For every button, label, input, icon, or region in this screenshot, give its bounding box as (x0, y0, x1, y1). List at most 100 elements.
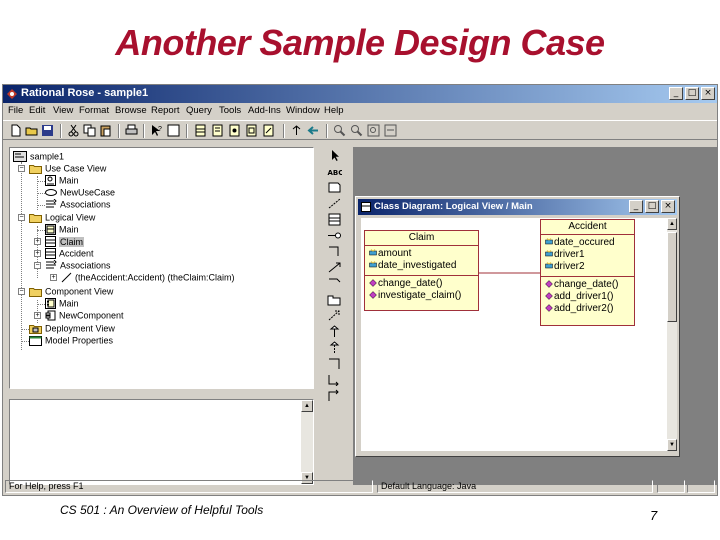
collapse-toggle[interactable]: − (34, 262, 41, 269)
scroll-down-arrow[interactable]: ▼ (667, 439, 677, 451)
tree-node-sample1[interactable]: sample1 (13, 151, 64, 163)
diagram-titlebar[interactable]: Class Diagram: Logical View / Main _ □ × (358, 199, 677, 215)
browse-deployment-icon[interactable] (245, 124, 258, 137)
previous-diagram-icon[interactable] (307, 124, 320, 137)
expand-toggle[interactable]: + (34, 238, 41, 245)
open-folder-icon[interactable] (25, 124, 38, 137)
menu-window[interactable]: Window (286, 105, 320, 116)
operation-row[interactable]: investigate_claim() (369, 290, 478, 302)
menu-file[interactable]: File (8, 105, 23, 116)
selection-arrow-icon[interactable] (327, 149, 342, 162)
tree-node-deployment-view[interactable]: Deployment View (29, 323, 115, 335)
class-claim[interactable]: Claim amount date_investigated change_da… (364, 230, 479, 311)
tree-node-model-properties[interactable]: Model Properties (29, 335, 113, 347)
tree-node-accident[interactable]: Accident (45, 248, 94, 260)
attribute-row[interactable]: date_investigated (369, 260, 478, 272)
generalization-icon[interactable] (327, 325, 342, 338)
browser-tree[interactable]: sample1 − Use Case View Main NewUseCase … (9, 147, 314, 389)
undo-fit-icon[interactable] (384, 124, 397, 137)
class-tool-icon[interactable] (327, 213, 342, 226)
fit-in-window-icon[interactable] (367, 124, 380, 137)
maximize-button[interactable]: □ (685, 87, 699, 100)
parameterized-class-icon[interactable] (327, 357, 342, 370)
text-box-icon[interactable]: ABC (327, 165, 343, 178)
scroll-up-arrow[interactable]: ▲ (667, 218, 677, 230)
minimize-button[interactable]: _ (669, 87, 683, 100)
menu-tools[interactable]: Tools (219, 105, 241, 116)
diagram-canvas[interactable]: Claim amount date_investigated change_da… (361, 218, 667, 451)
menu-browse[interactable]: Browse (115, 105, 147, 116)
expand-toggle[interactable]: + (50, 274, 57, 281)
note-icon[interactable] (327, 181, 342, 194)
close-button[interactable]: × (701, 87, 715, 100)
browse-component-icon[interactable] (228, 124, 241, 137)
expand-toggle[interactable]: + (34, 312, 41, 319)
collapse-toggle[interactable]: − (18, 165, 25, 172)
attribute-row[interactable]: amount (369, 248, 478, 260)
diagram-minimize-button[interactable]: _ (629, 200, 643, 213)
paste-icon[interactable] (99, 124, 112, 137)
class-utility-icon[interactable] (327, 373, 342, 386)
collapse-toggle[interactable]: − (18, 214, 25, 221)
tree-node-new-component[interactable]: NewComponent (45, 310, 124, 322)
zoom-out-icon[interactable] (350, 124, 363, 137)
menu-report[interactable]: Report (151, 105, 180, 116)
tree-node-lv-main[interactable]: Main (45, 224, 79, 236)
operation-row[interactable]: change_date() (545, 279, 634, 291)
cut-icon[interactable] (67, 124, 80, 137)
browse-state-icon[interactable] (262, 124, 275, 137)
tree-node-new-use-case[interactable]: NewUseCase (45, 187, 115, 199)
menu-add-ins[interactable]: Add-Ins (248, 105, 281, 116)
menu-edit[interactable]: Edit (29, 105, 45, 116)
browse-interaction-icon[interactable] (211, 124, 224, 137)
tree-node-component-view[interactable]: Component View (29, 286, 113, 298)
dependency-icon[interactable] (327, 309, 342, 322)
scroll-up-arrow[interactable]: ▲ (301, 400, 313, 412)
operation-row[interactable]: change_date() (369, 278, 478, 290)
browse-class-icon[interactable] (194, 124, 207, 137)
diagram-scrollbar[interactable]: ▲ ▼ (667, 218, 677, 451)
parent-diagram-icon[interactable] (290, 124, 303, 137)
association-icon[interactable] (327, 245, 342, 258)
attribute-row[interactable]: driver1 (545, 249, 634, 261)
diagram-close-button[interactable]: × (661, 200, 675, 213)
diagram-maximize-button[interactable]: □ (645, 200, 659, 213)
interface-icon[interactable] (327, 229, 342, 242)
anchor-note-icon[interactable] (327, 197, 342, 210)
menu-help[interactable]: Help (324, 105, 344, 116)
tree-node-logical-view[interactable]: Logical View (29, 212, 95, 224)
unidirectional-association-icon[interactable] (327, 261, 342, 274)
copy-icon[interactable] (83, 124, 96, 137)
package-icon[interactable] (327, 293, 342, 306)
tree-node-lv-associations[interactable]: Associations (45, 260, 111, 272)
menu-query[interactable]: Query (186, 105, 212, 116)
collapse-toggle[interactable]: − (18, 288, 25, 295)
tree-node-claim[interactable]: Claim (45, 236, 85, 248)
operation-row[interactable]: add_driver1() (545, 291, 634, 303)
zoom-in-icon[interactable] (333, 124, 346, 137)
print-icon[interactable] (125, 124, 138, 137)
tree-node-ucv-main[interactable]: Main (45, 175, 79, 187)
attribute-row[interactable]: date_occured (545, 237, 634, 249)
tree-node-ucv-associations[interactable]: Associations (45, 199, 111, 211)
operation-row[interactable]: add_driver2() (545, 303, 634, 315)
context-help-icon[interactable]: ? (150, 124, 163, 137)
doc-scrollbar[interactable]: ▲ ▼ (301, 400, 313, 484)
aggregation-icon[interactable] (327, 277, 342, 290)
view-doc-icon[interactable] (167, 124, 180, 137)
save-icon[interactable] (41, 124, 54, 137)
tree-node-association-item[interactable]: (theAccident:Accident) (theClaim:Claim) (61, 272, 235, 284)
documentation-pane[interactable]: ▲ ▼ (9, 399, 314, 485)
realize-icon[interactable] (327, 341, 342, 354)
window-titlebar[interactable]: Rational Rose - sample1 _ □ × (3, 85, 717, 103)
tree-node-use-case-view[interactable]: Use Case View (29, 163, 106, 175)
menu-view[interactable]: View (53, 105, 73, 116)
attribute-row[interactable]: driver2 (545, 261, 634, 273)
tree-node-cv-main[interactable]: Main (45, 298, 79, 310)
instantiated-class-icon[interactable] (327, 389, 342, 402)
class-accident[interactable]: Accident date_occured driver1 driver2 ch… (540, 219, 635, 326)
menu-format[interactable]: Format (79, 105, 109, 116)
scroll-thumb[interactable] (667, 232, 677, 322)
new-file-icon[interactable] (9, 124, 22, 137)
expand-toggle[interactable]: + (34, 250, 41, 257)
